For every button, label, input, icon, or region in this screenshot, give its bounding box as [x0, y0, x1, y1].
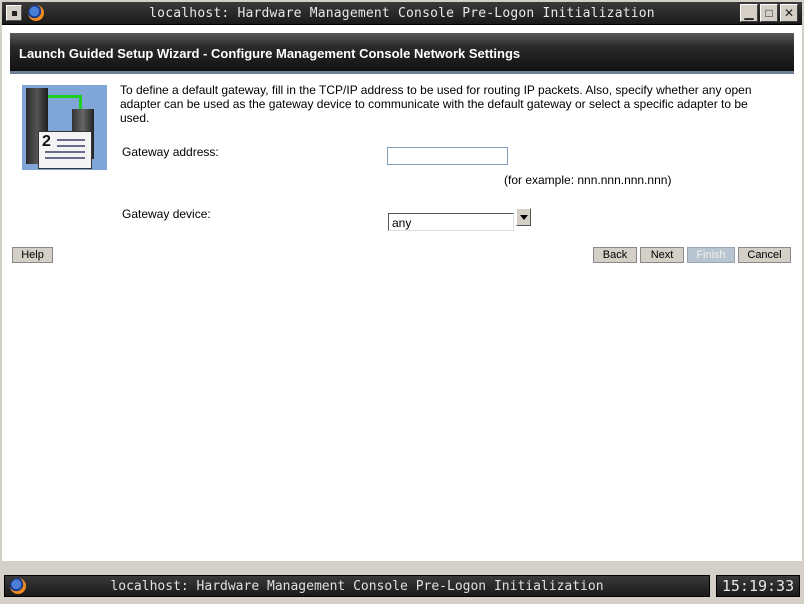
back-button[interactable]: Back: [593, 247, 637, 263]
gateway-device-select[interactable]: any: [388, 213, 514, 231]
window-title: localhost: Hardware Management Console P…: [149, 6, 655, 21]
maximize-button[interactable]: □: [760, 4, 778, 22]
wizard-description: To define a default gateway, fill in the…: [120, 83, 752, 125]
minimize-button[interactable]: ▁: [740, 4, 758, 22]
wizard-content: Launch Guided Setup Wizard - Configure M…: [2, 25, 802, 561]
wizard-title: Launch Guided Setup Wizard - Configure M…: [19, 46, 521, 61]
network-setup-illustration: 2: [22, 85, 107, 170]
next-button[interactable]: Next: [640, 247, 684, 263]
clock: 15:19:33: [716, 575, 800, 597]
step-number: 2: [42, 133, 51, 150]
close-button[interactable]: ✕: [780, 4, 798, 22]
gateway-device-label: Gateway device:: [122, 207, 211, 221]
cancel-button[interactable]: Cancel: [738, 247, 791, 263]
taskbar: localhost: Hardware Management Console P…: [0, 565, 804, 604]
taskbar-window-button[interactable]: localhost: Hardware Management Console P…: [4, 575, 710, 597]
gateway-address-input[interactable]: [387, 147, 508, 165]
help-button[interactable]: Help: [12, 247, 53, 263]
taskbar-window-title: localhost: Hardware Management Console P…: [110, 579, 604, 594]
chevron-down-icon[interactable]: [516, 208, 531, 226]
app-window: localhost: Hardware Management Console P…: [0, 0, 804, 604]
finish-button: Finish: [687, 247, 735, 263]
gateway-address-label: Gateway address:: [122, 145, 219, 159]
title-bar[interactable]: localhost: Hardware Management Console P…: [2, 2, 802, 25]
wizard-header: Launch Guided Setup Wizard - Configure M…: [10, 33, 794, 74]
gateway-address-example: (for example: nnn.nnn.nnn.nnn): [504, 173, 672, 187]
